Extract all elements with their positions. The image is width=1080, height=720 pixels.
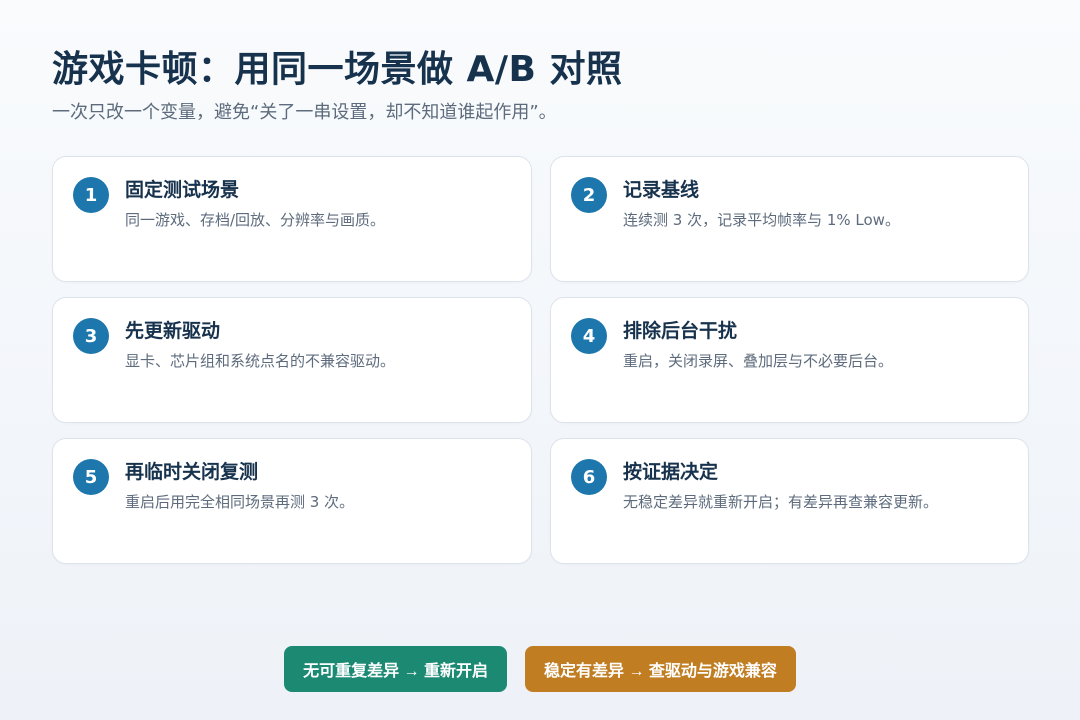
step-title: 固定测试场景 bbox=[125, 179, 240, 201]
step-card-5: 5 再临时关闭复测 重启后用完全相同场景再测 3 次。 bbox=[52, 438, 532, 564]
decision-actions: 无可重复差异 → 重新开启 稳定有差异 → 查驱动与游戏兼容 bbox=[0, 646, 1080, 692]
step-description: 无稳定差异就重新开启；有差异再查兼容更新。 bbox=[623, 493, 939, 511]
step-description: 重启，关闭录屏、叠加层与不必要后台。 bbox=[623, 352, 894, 370]
page-subtitle: 一次只改一个变量，避免“关了一串设置，却不知道谁起作用”。 bbox=[52, 102, 557, 123]
step-card-1: 1 固定测试场景 同一游戏、存档/回放、分辨率与画质。 bbox=[52, 156, 532, 282]
step-title: 按证据决定 bbox=[623, 461, 719, 483]
step-description: 显卡、芯片组和系统点名的不兼容驱动。 bbox=[125, 352, 396, 370]
header: 游戏卡顿：用同一场景做 A/B 对照 一次只改一个变量，避免“关了一串设置，却不… bbox=[52, 46, 1032, 126]
step-card-6: 6 按证据决定 无稳定差异就重新开启；有差异再查兼容更新。 bbox=[550, 438, 1029, 564]
step-title: 记录基线 bbox=[623, 179, 700, 201]
step-title: 先更新驱动 bbox=[125, 320, 221, 342]
step-description: 连续测 3 次，记录平均帧率与 1% Low。 bbox=[623, 211, 900, 229]
step-number-badge: 6 bbox=[571, 459, 607, 495]
step-card-3: 3 先更新驱动 显卡、芯片组和系统点名的不兼容驱动。 bbox=[52, 297, 532, 423]
page-title: 游戏卡顿：用同一场景做 A/B 对照 bbox=[52, 49, 623, 90]
steps-grid: 1 固定测试场景 同一游戏、存档/回放、分辨率与画质。 2 记录基线 连续测 3… bbox=[52, 156, 1029, 564]
step-number-badge: 5 bbox=[73, 459, 109, 495]
step-number-badge: 1 bbox=[73, 177, 109, 213]
step-card-2: 2 记录基线 连续测 3 次，记录平均帧率与 1% Low。 bbox=[550, 156, 1029, 282]
step-number-badge: 4 bbox=[571, 318, 607, 354]
step-description: 同一游戏、存档/回放、分辨率与画质。 bbox=[125, 211, 386, 229]
check-compatibility-button[interactable]: 稳定有差异 → 查驱动与游戏兼容 bbox=[525, 646, 796, 692]
step-number-badge: 2 bbox=[571, 177, 607, 213]
step-card-4: 4 排除后台干扰 重启，关闭录屏、叠加层与不必要后台。 bbox=[550, 297, 1029, 423]
step-title: 再临时关闭复测 bbox=[125, 461, 259, 483]
re-enable-button[interactable]: 无可重复差异 → 重新开启 bbox=[284, 646, 507, 692]
step-description: 重启后用完全相同场景再测 3 次。 bbox=[125, 493, 355, 511]
step-number-badge: 3 bbox=[73, 318, 109, 354]
step-title: 排除后台干扰 bbox=[623, 320, 738, 342]
